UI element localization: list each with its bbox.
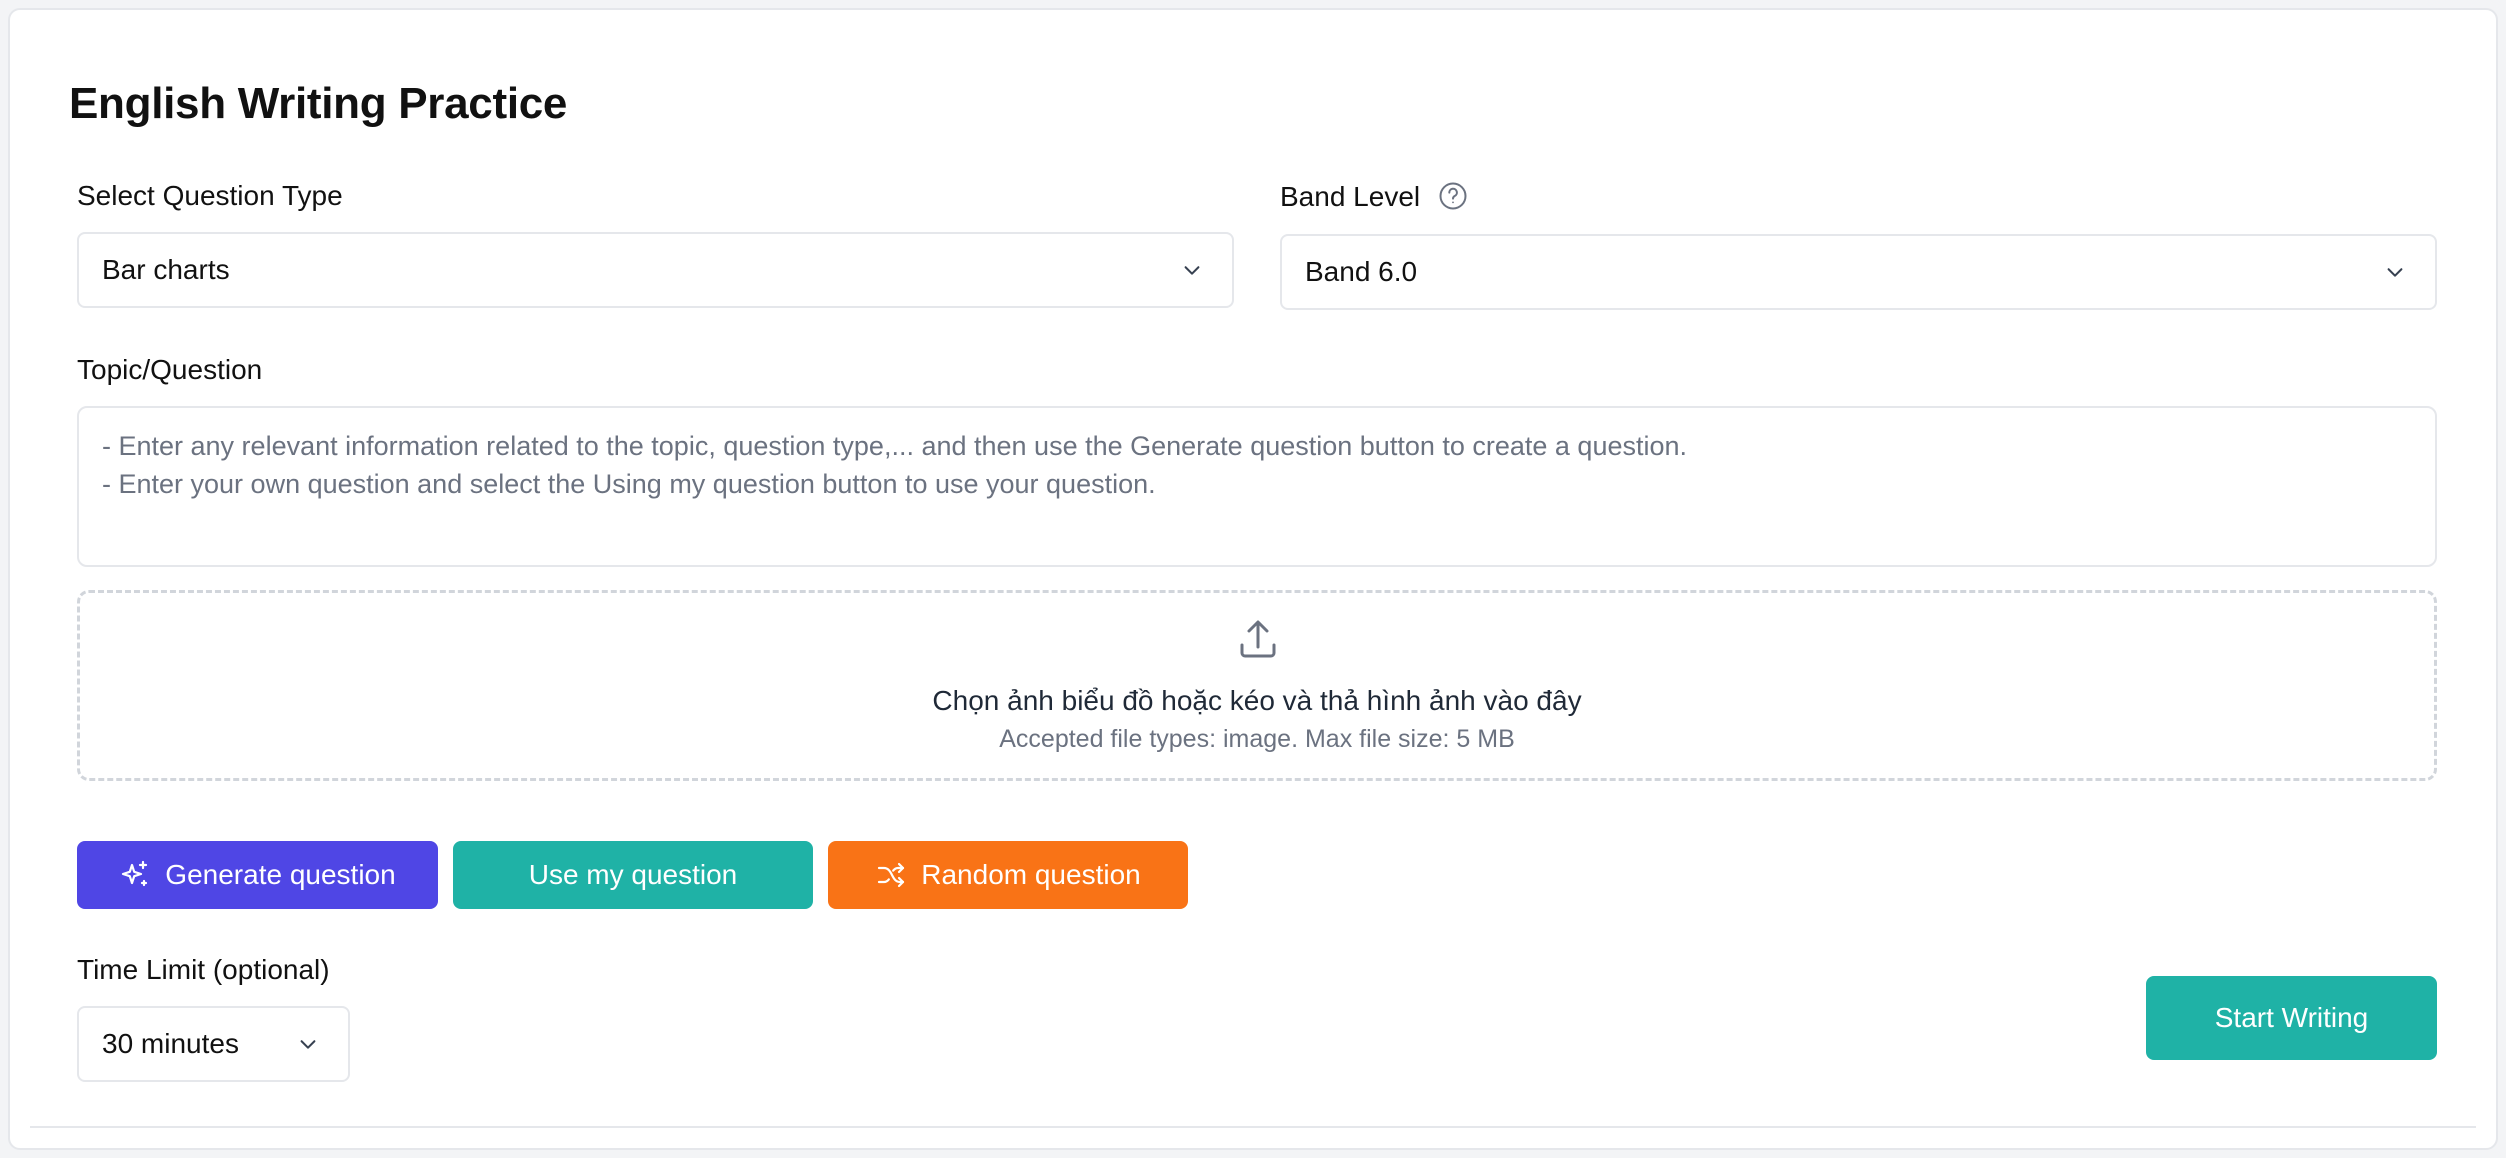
- generate-question-label: Generate question: [165, 859, 396, 890]
- use-my-question-label: Use my question: [528, 859, 738, 890]
- band-level-select[interactable]: Band 6.0: [1280, 234, 2437, 310]
- question-circle-icon[interactable]: [1438, 181, 1468, 211]
- chevron-down-icon: [1180, 258, 1204, 282]
- band-level-value: Band 6.0: [1305, 256, 1418, 287]
- dropzone-title: Chọn ảnh biểu đồ hoặc kéo và thả hình ản…: [932, 685, 1582, 716]
- time-limit-select[interactable]: 30 minutes: [77, 1006, 350, 1082]
- time-limit-label: Time Limit (optional): [77, 954, 330, 985]
- topic-textarea[interactable]: - Enter any relevant information related…: [77, 406, 2437, 567]
- random-question-label: Random question: [921, 859, 1141, 890]
- question-type-label: Select Question Type: [77, 180, 343, 211]
- question-type-value: Bar charts: [102, 254, 230, 285]
- divider: [30, 1126, 2476, 1128]
- writing-practice-card: [8, 8, 2498, 1150]
- use-my-question-button[interactable]: Use my question: [453, 841, 813, 909]
- dropzone-subtitle: Accepted file types: image. Max file siz…: [999, 725, 1515, 753]
- question-type-select[interactable]: Bar charts: [77, 232, 1234, 308]
- sparkles-icon: [119, 859, 151, 891]
- topic-placeholder-line: - Enter your own question and select the…: [102, 469, 1156, 499]
- topic-label: Topic/Question: [77, 354, 263, 385]
- image-dropzone[interactable]: Chọn ảnh biểu đồ hoặc kéo và thả hình ản…: [77, 590, 2437, 781]
- time-limit-value: 30 minutes: [102, 1028, 239, 1059]
- shuffle-icon: [875, 859, 907, 891]
- topic-placeholder-line: - Enter any relevant information related…: [102, 431, 1688, 461]
- band-level-label: Band Level: [1280, 181, 1421, 212]
- start-writing-label: Start Writing: [2214, 1002, 2369, 1033]
- chevron-down-icon: [296, 1032, 320, 1056]
- chevron-down-icon: [2383, 260, 2407, 284]
- page-title: English Writing Practice: [69, 79, 568, 128]
- start-writing-button[interactable]: Start Writing: [2146, 976, 2437, 1060]
- random-question-button[interactable]: Random question: [828, 841, 1188, 909]
- upload-icon: [1236, 617, 1280, 661]
- generate-question-button[interactable]: Generate question: [77, 841, 438, 909]
